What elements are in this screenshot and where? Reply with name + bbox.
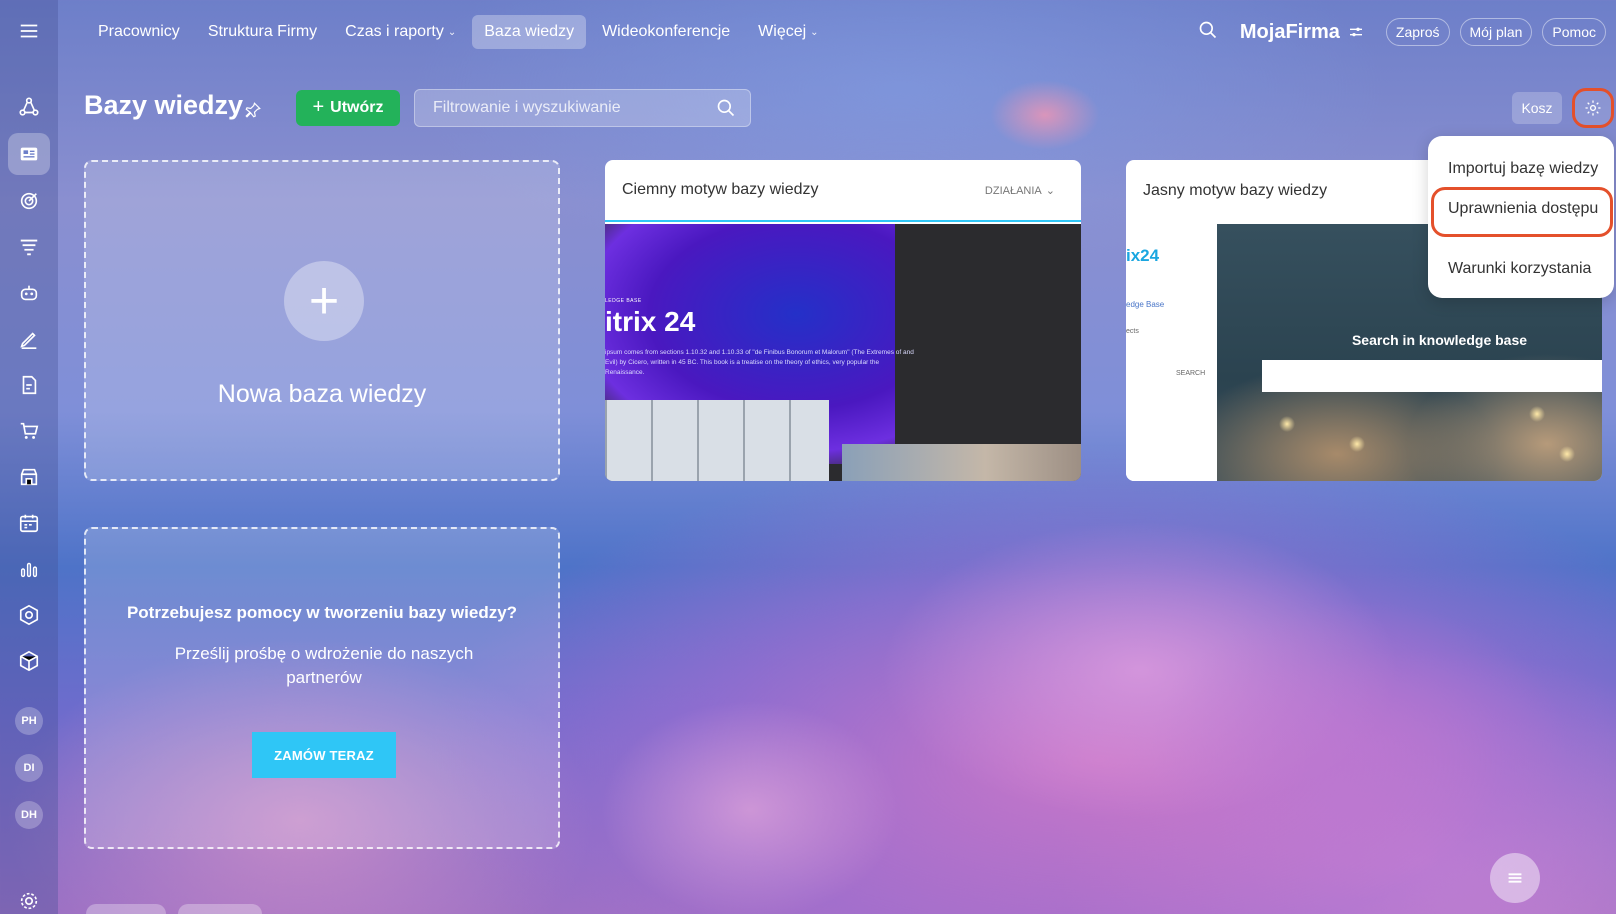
- preview-logo: ix24: [1126, 246, 1160, 265]
- nav-item-czas-i-raporty[interactable]: Czas i raporty ⌄: [333, 15, 468, 49]
- pen-icon[interactable]: [8, 318, 50, 360]
- filter-icon[interactable]: [8, 226, 50, 268]
- avatar[interactable]: PH: [15, 707, 43, 735]
- footer-item[interactable]: [86, 904, 166, 914]
- plus-icon[interactable]: +: [284, 261, 364, 341]
- search-icon[interactable]: [716, 98, 736, 123]
- target-icon[interactable]: [8, 180, 50, 222]
- dark-theme-preview[interactable]: LEDGE BASE itrix 24 ipsum comes from sec…: [605, 224, 1081, 481]
- card-header: Ciemny motyw bazy wiedzy DZIAŁANIA ⌄: [605, 160, 1081, 222]
- nav-item-pracownicy[interactable]: Pracownicy: [86, 15, 192, 49]
- avatar[interactable]: DI: [15, 754, 43, 782]
- preview-photo: [605, 400, 829, 481]
- menu-icon[interactable]: [8, 10, 50, 52]
- preview-hero-title: Search in knowledge base: [1351, 332, 1528, 348]
- footer-item[interactable]: [178, 904, 262, 914]
- help-button[interactable]: Pomoc: [1542, 18, 1606, 46]
- cube-icon[interactable]: [8, 640, 50, 682]
- menu-item-import[interactable]: Importuj bazę wiedzy: [1448, 160, 1598, 178]
- avatar[interactable]: DH: [15, 801, 43, 829]
- help-title: Potrzebujesz pomocy w tworzeniu bazy wie…: [126, 603, 518, 622]
- chevron-down-icon: ⌄: [1045, 185, 1055, 197]
- document-sign-icon[interactable]: [8, 364, 50, 406]
- preview-description: ipsum comes from sections 1.10.32 and 1.…: [605, 349, 914, 376]
- preview-photo: [842, 444, 1081, 481]
- top-bar: Pracownicy Struktura Firmy Czas i raport…: [58, 0, 1616, 62]
- hexagon-icon[interactable]: [8, 594, 50, 636]
- list-button[interactable]: [1490, 853, 1540, 903]
- trash-button[interactable]: Kosz: [1512, 92, 1562, 124]
- page-title: Bazy wiedzy: [84, 90, 244, 120]
- menu-item-access-permissions[interactable]: Uprawnienia dostępu: [1448, 200, 1598, 218]
- search-input[interactable]: [415, 90, 705, 126]
- dark-theme-card[interactable]: Ciemny motyw bazy wiedzy DZIAŁANIA ⌄ LED…: [605, 160, 1081, 481]
- nav-item-baza-wiedzy[interactable]: Baza wiedzy: [472, 15, 587, 49]
- brand-name: MojaFirma: [1239, 20, 1340, 43]
- preview-link: edge Base: [1126, 300, 1165, 309]
- new-knowledge-base-label: Nowa baza wiedzy: [217, 380, 427, 408]
- preview-subtext: ects: [1126, 328, 1139, 335]
- actions-dropdown[interactable]: DZIAŁANIA ⌄: [985, 184, 1055, 198]
- feed-icon[interactable]: [8, 133, 50, 175]
- pin-icon[interactable]: [244, 101, 262, 124]
- card-title: Jasny motyw bazy wiedzy: [1143, 182, 1328, 199]
- brand[interactable]: MojaFirma: [1240, 21, 1364, 44]
- nav-item-wideokonferencje[interactable]: Wideokonferencje: [590, 15, 742, 49]
- plus-icon: +: [312, 95, 325, 118]
- crm-icon[interactable]: [8, 86, 50, 128]
- create-button[interactable]: + Utwórz: [296, 90, 400, 126]
- help-card: Potrzebujesz pomocy w tworzeniu bazy wie…: [84, 527, 560, 849]
- preview-search-label: SEARCH: [1176, 370, 1206, 377]
- invite-button[interactable]: Zaproś: [1385, 18, 1450, 46]
- menu-item-terms[interactable]: Warunki korzystania: [1448, 260, 1591, 278]
- gear-icon: [1585, 100, 1601, 116]
- search-box[interactable]: [414, 89, 751, 127]
- chevron-down-icon: ⌄: [447, 26, 457, 38]
- preview-hero-input: [1262, 360, 1602, 392]
- my-plan-button[interactable]: Mój plan: [1459, 18, 1533, 46]
- robot-icon[interactable]: [8, 272, 50, 314]
- sliders-icon: [1349, 27, 1362, 37]
- chart-icon[interactable]: [8, 548, 50, 590]
- top-right-area: MojaFirma Zaproś Mój plan Pomoc: [1198, 17, 1606, 47]
- left-sidebar: PH DI DH: [0, 0, 58, 914]
- store-icon[interactable]: [8, 456, 50, 498]
- order-now-button[interactable]: ZAMÓW TERAZ: [252, 732, 396, 778]
- calendar-icon[interactable]: [8, 502, 50, 544]
- search-icon[interactable]: [1198, 20, 1218, 45]
- new-knowledge-base-card[interactable]: + Nowa baza wiedzy: [84, 160, 560, 481]
- settings-menu: Importuj bazę wiedzy Uprawnienia dostępu…: [1428, 136, 1614, 298]
- settings-icon[interactable]: [8, 880, 50, 914]
- nav-item-struktura-firmy[interactable]: Struktura Firmy: [196, 15, 329, 49]
- nav-item-wiecej[interactable]: Więcej ⌄: [746, 15, 830, 49]
- top-navigation: Pracownicy Struktura Firmy Czas i raport…: [86, 14, 831, 50]
- card-title: Ciemny motyw bazy wiedzy: [622, 181, 819, 198]
- cart-icon[interactable]: [8, 410, 50, 452]
- preview-label: LEDGE BASE: [605, 298, 642, 304]
- help-text: Prześlij prośbę o wdrożenie do naszych p…: [174, 644, 474, 687]
- chevron-down-icon: ⌄: [810, 26, 819, 38]
- list-icon: [1508, 873, 1522, 883]
- settings-button[interactable]: [1572, 88, 1614, 128]
- preview-title: itrix 24: [605, 306, 696, 337]
